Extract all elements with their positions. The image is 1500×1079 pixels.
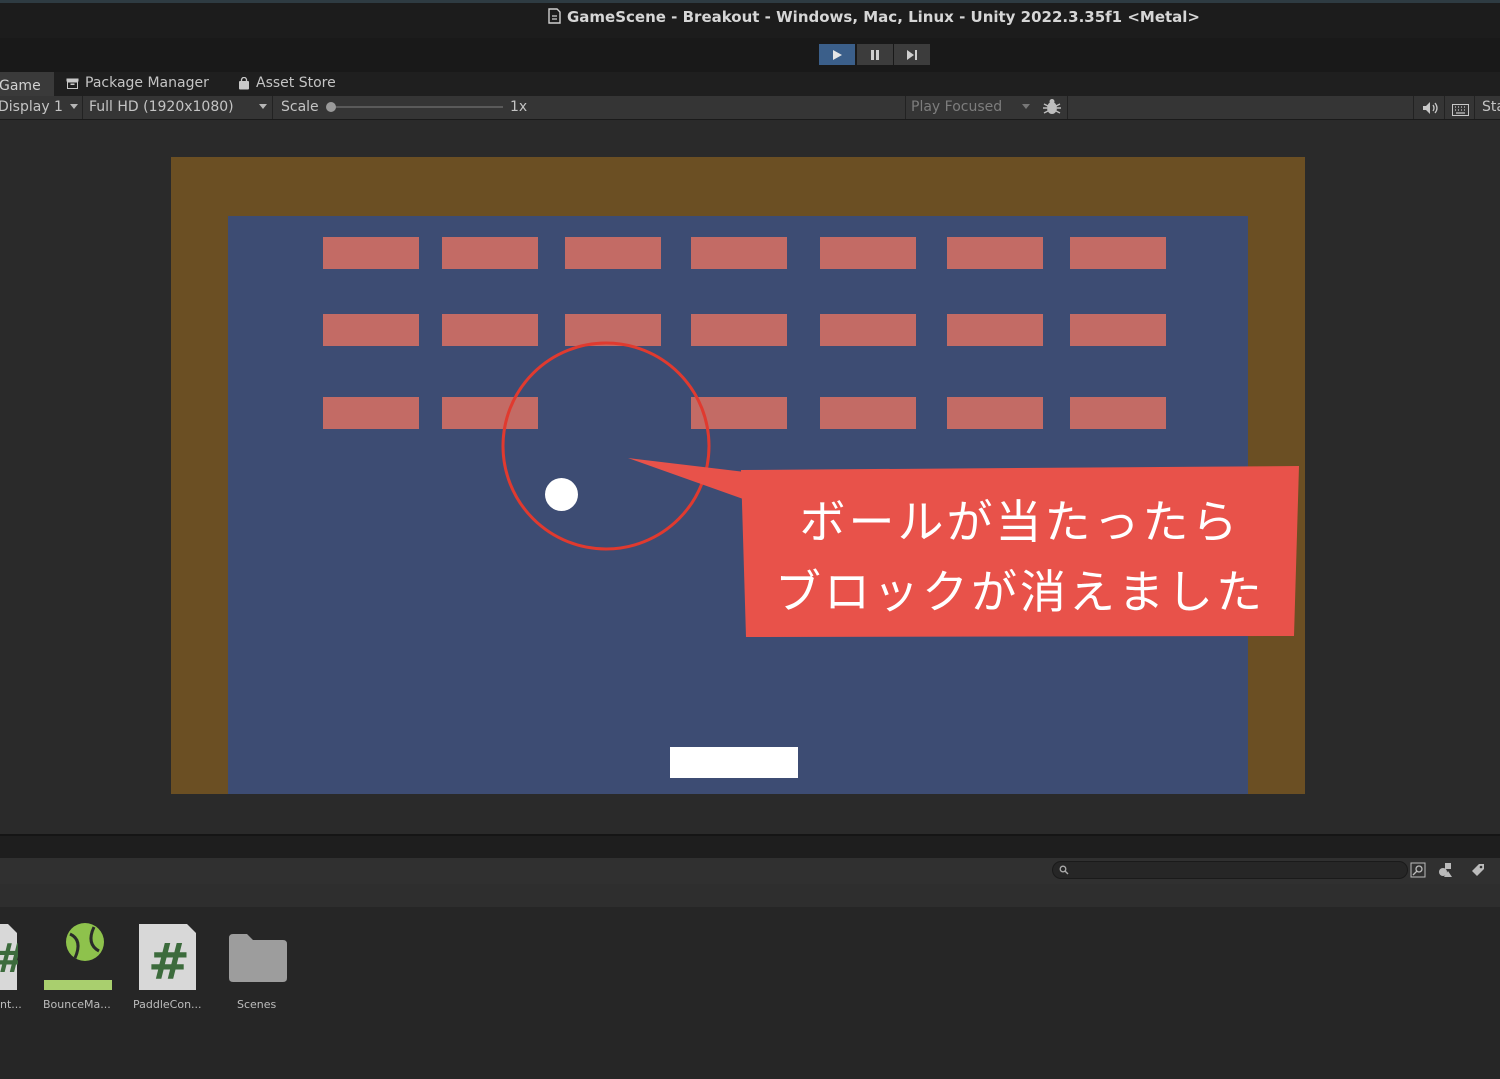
debug-bug-button[interactable] (1042, 98, 1062, 120)
scale-label: Scale (281, 99, 319, 115)
keyboard-icon (1452, 104, 1469, 116)
asset-label: BounceMa... (43, 998, 111, 1011)
resolution-dropdown[interactable]: Full HD (1920x1080) (89, 99, 234, 115)
tab-game-label: Game (0, 78, 41, 94)
callout-text: ボールが当たったら ブロックが消えました (746, 478, 1294, 636)
asset-scenes-folder[interactable] (229, 934, 287, 986)
asset-label: PaddleCon... (133, 998, 202, 1011)
scale-value: 1x (510, 99, 528, 115)
brick (820, 397, 916, 429)
svg-text:#: # (148, 933, 190, 990)
callout-line-2: ブロックが消えました (775, 565, 1265, 619)
brick (947, 397, 1043, 429)
brick (565, 237, 661, 269)
package-icon (66, 78, 79, 89)
callout-line-1: ボールが当たったら (799, 495, 1241, 549)
divider (1413, 96, 1414, 119)
pause-icon (871, 49, 879, 60)
keyboard-shortcuts-button[interactable] (1452, 101, 1469, 120)
ball (545, 478, 578, 511)
tab-bar (0, 72, 1500, 96)
filter-by-type-button[interactable] (1437, 861, 1455, 883)
folder-icon (229, 934, 287, 982)
step-icon (907, 49, 917, 60)
divider (272, 96, 273, 119)
brick (442, 397, 538, 429)
script-icon: # (0, 924, 28, 990)
resolution-chevron-down-icon (259, 104, 267, 109)
stats-button[interactable]: Sta (1482, 99, 1500, 115)
brick (820, 314, 916, 346)
physics-material-icon (44, 923, 112, 990)
search-by-type-button[interactable] (1410, 862, 1426, 882)
pause-button[interactable] (857, 44, 893, 65)
brick (323, 237, 419, 269)
tab-package-manager[interactable]: Package Manager (66, 75, 209, 91)
divider (1067, 96, 1068, 119)
store-bag-icon (239, 76, 249, 89)
search-input[interactable] (1052, 861, 1408, 879)
brick (1070, 397, 1166, 429)
brick (565, 314, 661, 346)
script-icon: # (139, 924, 196, 991)
scale-slider-handle[interactable] (326, 102, 336, 112)
asset-script-partial[interactable]: # (0, 924, 28, 994)
brick (947, 237, 1043, 269)
window-title-text: GameScene - Breakout - Windows, Mac, Lin… (566, 8, 1200, 26)
scene-file-icon (548, 8, 561, 24)
asset-bounce-material[interactable] (44, 922, 112, 996)
brick (1070, 314, 1166, 346)
divider (905, 96, 906, 119)
resolution-dropdown-label: Full HD (1920x1080) (89, 99, 234, 115)
play-mode-chevron-down-icon (1022, 104, 1030, 109)
play-mode-dropdown[interactable]: Play Focused (911, 99, 1002, 115)
mute-audio-button[interactable] (1422, 100, 1439, 119)
tag-icon (1472, 864, 1484, 876)
divider (1474, 96, 1475, 119)
tab-asset-store-label: Asset Store (256, 75, 336, 91)
display-dropdown[interactable]: Display 1 (0, 99, 63, 115)
divider (1444, 96, 1445, 119)
brick (323, 397, 419, 429)
display-dropdown-label: Display 1 (0, 99, 63, 115)
bug-icon (1043, 99, 1061, 114)
breadcrumb (0, 884, 1500, 907)
search-icon (1059, 865, 1069, 875)
tab-game[interactable]: Game (0, 72, 54, 96)
brick (947, 314, 1043, 346)
display-chevron-down-icon (70, 104, 78, 109)
play-mode-label: Play Focused (911, 99, 1003, 115)
brick (442, 237, 538, 269)
scale-slider-track[interactable] (329, 106, 503, 108)
asset-label: nt... (0, 998, 22, 1011)
filter-by-label-button[interactable] (1470, 862, 1486, 882)
play-toolbar (0, 38, 1500, 72)
brick (1070, 237, 1166, 269)
brick (820, 237, 916, 269)
paddle (670, 747, 798, 778)
asset-grid (0, 907, 1500, 1079)
play-icon (833, 49, 842, 60)
brick (691, 314, 787, 346)
panel-divider (0, 834, 1500, 858)
brick (442, 314, 538, 346)
asset-paddle-controller[interactable]: # (139, 924, 197, 994)
tab-asset-store[interactable]: Asset Store (238, 75, 336, 91)
speaker-icon (1423, 102, 1438, 114)
stats-button-label: Sta (1482, 99, 1500, 115)
brick (691, 237, 787, 269)
brick (323, 314, 419, 346)
divider (82, 96, 83, 119)
tab-package-manager-label: Package Manager (85, 75, 209, 91)
brick (691, 397, 787, 429)
window-title: GameScene - Breakout - Windows, Mac, Lin… (0, 8, 1500, 26)
play-button[interactable] (819, 44, 855, 65)
shapes-icon (1439, 863, 1452, 877)
step-button[interactable] (894, 44, 930, 65)
asset-label: Scenes (237, 998, 277, 1011)
svg-text:#: # (0, 936, 18, 982)
search-filter-icon (1410, 862, 1426, 878)
